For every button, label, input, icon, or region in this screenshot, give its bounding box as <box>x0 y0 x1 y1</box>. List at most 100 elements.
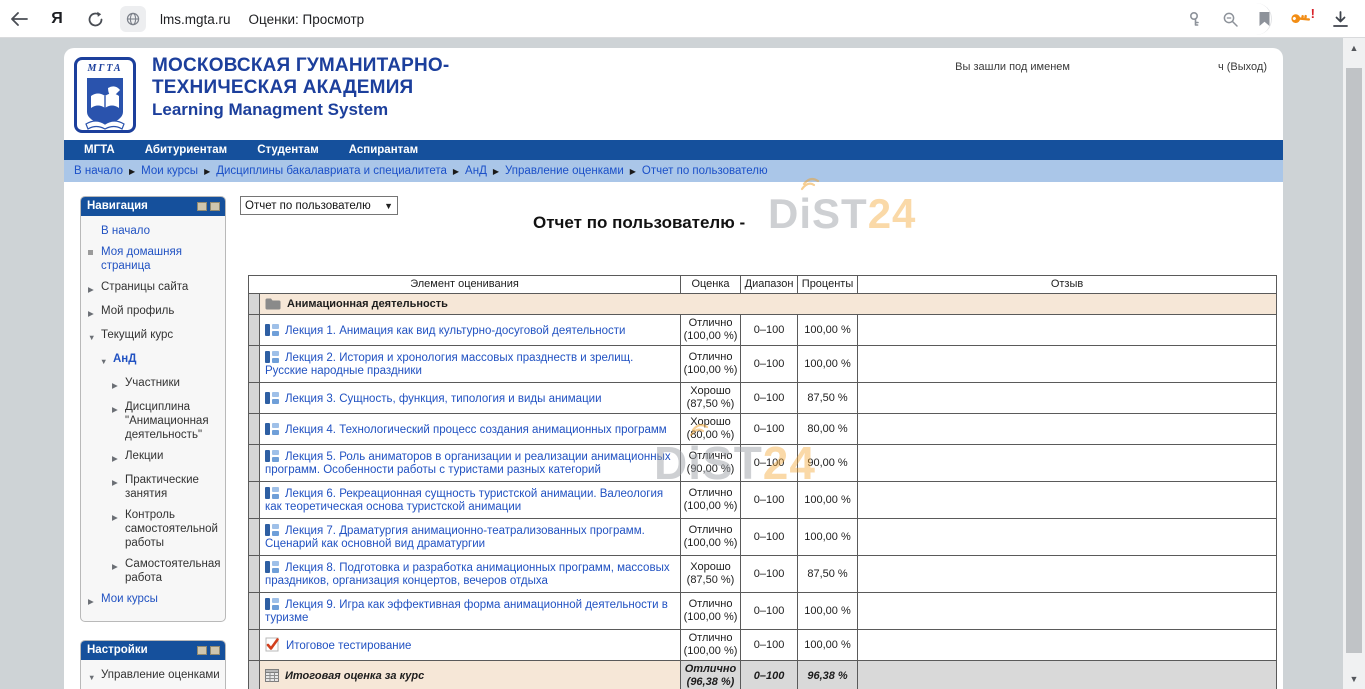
scroll-up-icon[interactable]: ▲ <box>1343 43 1365 53</box>
indent-cell <box>249 315 260 346</box>
scroll-down-icon[interactable]: ▼ <box>1343 674 1365 684</box>
sidebar-item-label: Текущий курс <box>101 328 173 342</box>
sidebar-item[interactable]: ▶Лекции <box>88 449 221 466</box>
feedback-cell <box>858 482 1277 519</box>
sidebar-item[interactable]: ▶Страницы сайта <box>88 280 221 297</box>
breadcrumb-item-6[interactable]: Отчет по пользователю <box>642 165 768 177</box>
org-name-line2: ТЕХНИЧЕСКАЯ АКАДЕМИЯ <box>152 77 449 99</box>
back-icon[interactable] <box>0 0 38 38</box>
indent-cell <box>249 346 260 383</box>
sidebar-item-label: Страницы сайта <box>101 280 188 294</box>
sidebar-item[interactable]: ▼Управление оценками <box>88 668 221 685</box>
grade-report-table: Элемент оцениванияОценкаДиапазонПроценты… <box>248 275 1277 689</box>
grade-cell: Отлично(100,00 %) <box>681 346 741 383</box>
bookmark-icon[interactable] <box>1251 3 1277 35</box>
login-prefix: Вы зашли под именем <box>955 61 1070 73</box>
folder-icon <box>265 298 281 310</box>
grade-item-link[interactable]: Лекция 4. Технологический процесс создан… <box>285 424 667 436</box>
passwords-key-icon[interactable] <box>1183 3 1209 35</box>
navigation-block-title: Навигация <box>87 200 148 212</box>
navbar-item-2[interactable]: Абитуриентам <box>145 144 227 156</box>
page-scrollbar[interactable]: ▲ ▼ <box>1343 38 1365 689</box>
scrollbar-thumb[interactable] <box>1346 68 1362 653</box>
indent-cell <box>249 414 260 445</box>
site-globe-icon[interactable] <box>120 6 146 32</box>
grade-percent: (90,00 %) <box>683 463 738 476</box>
expanded-icon: ▼ <box>88 668 101 685</box>
square-icon <box>88 245 101 255</box>
collapsed-icon: ▶ <box>88 592 101 609</box>
collapsed-icon: ▶ <box>112 508 125 525</box>
sidebar-item-label: Моя домашняя страница <box>101 245 221 273</box>
settings-block-title: Настройки <box>87 644 148 656</box>
breadcrumb-separator-icon: ▶ <box>453 167 459 176</box>
navbar-item-3[interactable]: Студентам <box>257 144 319 156</box>
grade-word: Отлично <box>683 450 738 463</box>
sidebar-item[interactable]: ▶Контроль самостоятельной работы <box>88 508 221 550</box>
yandex-icon[interactable]: Я <box>38 0 76 38</box>
breadcrumb-item-5[interactable]: Управление оценками <box>505 165 624 177</box>
breadcrumb-item-4[interactable]: АнД <box>465 165 487 177</box>
indent-cell <box>249 383 260 414</box>
percent-cell: 100,00 % <box>798 630 858 661</box>
grade-item-link[interactable]: Лекция 2. История и хронология массовых … <box>265 352 633 377</box>
breadcrumb-item-2[interactable]: Мои курсы <box>141 165 198 177</box>
lesson-icon <box>265 422 279 436</box>
grade-item-link[interactable]: Лекция 5. Роль аниматоров в организации … <box>265 451 671 476</box>
sidebar-item-label: Мои курсы <box>101 592 158 606</box>
grade-percent: (100,00 %) <box>683 364 738 377</box>
item-name-cell: Итоговая оценка за курс <box>260 661 681 689</box>
sidebar-item[interactable]: ▼АнД <box>88 352 221 369</box>
sidebar-item[interactable]: ▶Самостоятельная работа <box>88 557 221 585</box>
grade-percent: (100,00 %) <box>683 330 738 343</box>
grade-cell: Отлично(100,00 %) <box>681 630 741 661</box>
sidebar-item[interactable]: В начало <box>88 224 221 238</box>
feedback-cell <box>858 630 1277 661</box>
block-collapse-icon[interactable] <box>197 202 207 211</box>
block-dock-icon[interactable] <box>210 646 220 655</box>
password-alert-icon[interactable]: ! <box>1285 3 1315 35</box>
item-name-cell: Лекция 6. Рекреационная сущность туристс… <box>260 482 681 519</box>
grade-item-link[interactable]: Лекция 9. Игра как эффективная форма ани… <box>265 599 668 624</box>
mgta-logo: МГТА <box>74 57 136 133</box>
grade-item-link[interactable]: Итоговое тестирование <box>286 640 411 652</box>
grade-cell: Отлично(100,00 %) <box>681 593 741 630</box>
grade-word: Отлично <box>683 598 738 611</box>
item-name-cell: Лекция 9. Игра как эффективная форма ани… <box>260 593 681 630</box>
feedback-cell <box>858 593 1277 630</box>
sidebar-item[interactable]: ▼Текущий курс <box>88 328 221 345</box>
download-icon[interactable] <box>1323 3 1357 35</box>
indent-cell <box>249 482 260 519</box>
sidebar-item[interactable]: ▶Участники <box>88 376 221 393</box>
breadcrumb-separator-icon: ▶ <box>630 167 636 176</box>
find-on-page-icon[interactable] <box>1217 3 1243 35</box>
percent-cell: 96,38 % <box>798 661 858 689</box>
navbar-item-1[interactable]: МГТА <box>84 144 115 156</box>
breadcrumb-item-3[interactable]: Дисциплины бакалавриата и специалитета <box>216 165 447 177</box>
sidebar-item[interactable]: ▶Мои курсы <box>88 592 221 609</box>
none-icon <box>88 224 101 227</box>
logout-link[interactable]: ч (Выход) <box>1218 61 1267 73</box>
navbar-item-4[interactable]: Аспирантам <box>349 144 418 156</box>
grade-cell: Хорошо(80,00 %) <box>681 414 741 445</box>
grade-item-link[interactable]: Лекция 7. Драматургия анимационно-театра… <box>265 525 645 550</box>
sidebar-item-label: Участники <box>125 376 180 390</box>
address-url[interactable]: lms.mgta.ru <box>160 12 231 27</box>
sidebar-item[interactable]: Моя домашняя страница <box>88 245 221 273</box>
sidebar-item[interactable]: ▶Дисциплина "Анимационная деятельность" <box>88 400 221 442</box>
grade-item-link[interactable]: Лекция 8. Подготовка и разработка анимац… <box>265 562 670 587</box>
grade-item-link[interactable]: Лекция 3. Сущность, функция, типология и… <box>285 393 602 405</box>
block-collapse-icon[interactable] <box>197 646 207 655</box>
sidebar-item[interactable]: ▶Практические занятия <box>88 473 221 501</box>
grade-item-link[interactable]: Лекция 6. Рекреационная сущность туристс… <box>265 488 663 513</box>
page-tab-title: Оценки: Просмотр <box>249 12 365 27</box>
report-type-select[interactable]: Отчет по пользователю ▼ <box>240 196 398 215</box>
breadcrumb-item-1[interactable]: В начало <box>74 165 123 177</box>
grade-item-link[interactable]: Лекция 1. Анимация как вид культурно-дос… <box>285 325 625 337</box>
block-dock-icon[interactable] <box>210 202 220 211</box>
sidebar-item[interactable]: ▶Мой профиль <box>88 304 221 321</box>
collapsed-icon: ▶ <box>88 280 101 297</box>
reload-icon[interactable] <box>76 0 114 38</box>
grade-item-row: Лекция 7. Драматургия анимационно-театра… <box>249 519 1277 556</box>
page-title: Отчет по пользователю - <box>533 213 745 233</box>
